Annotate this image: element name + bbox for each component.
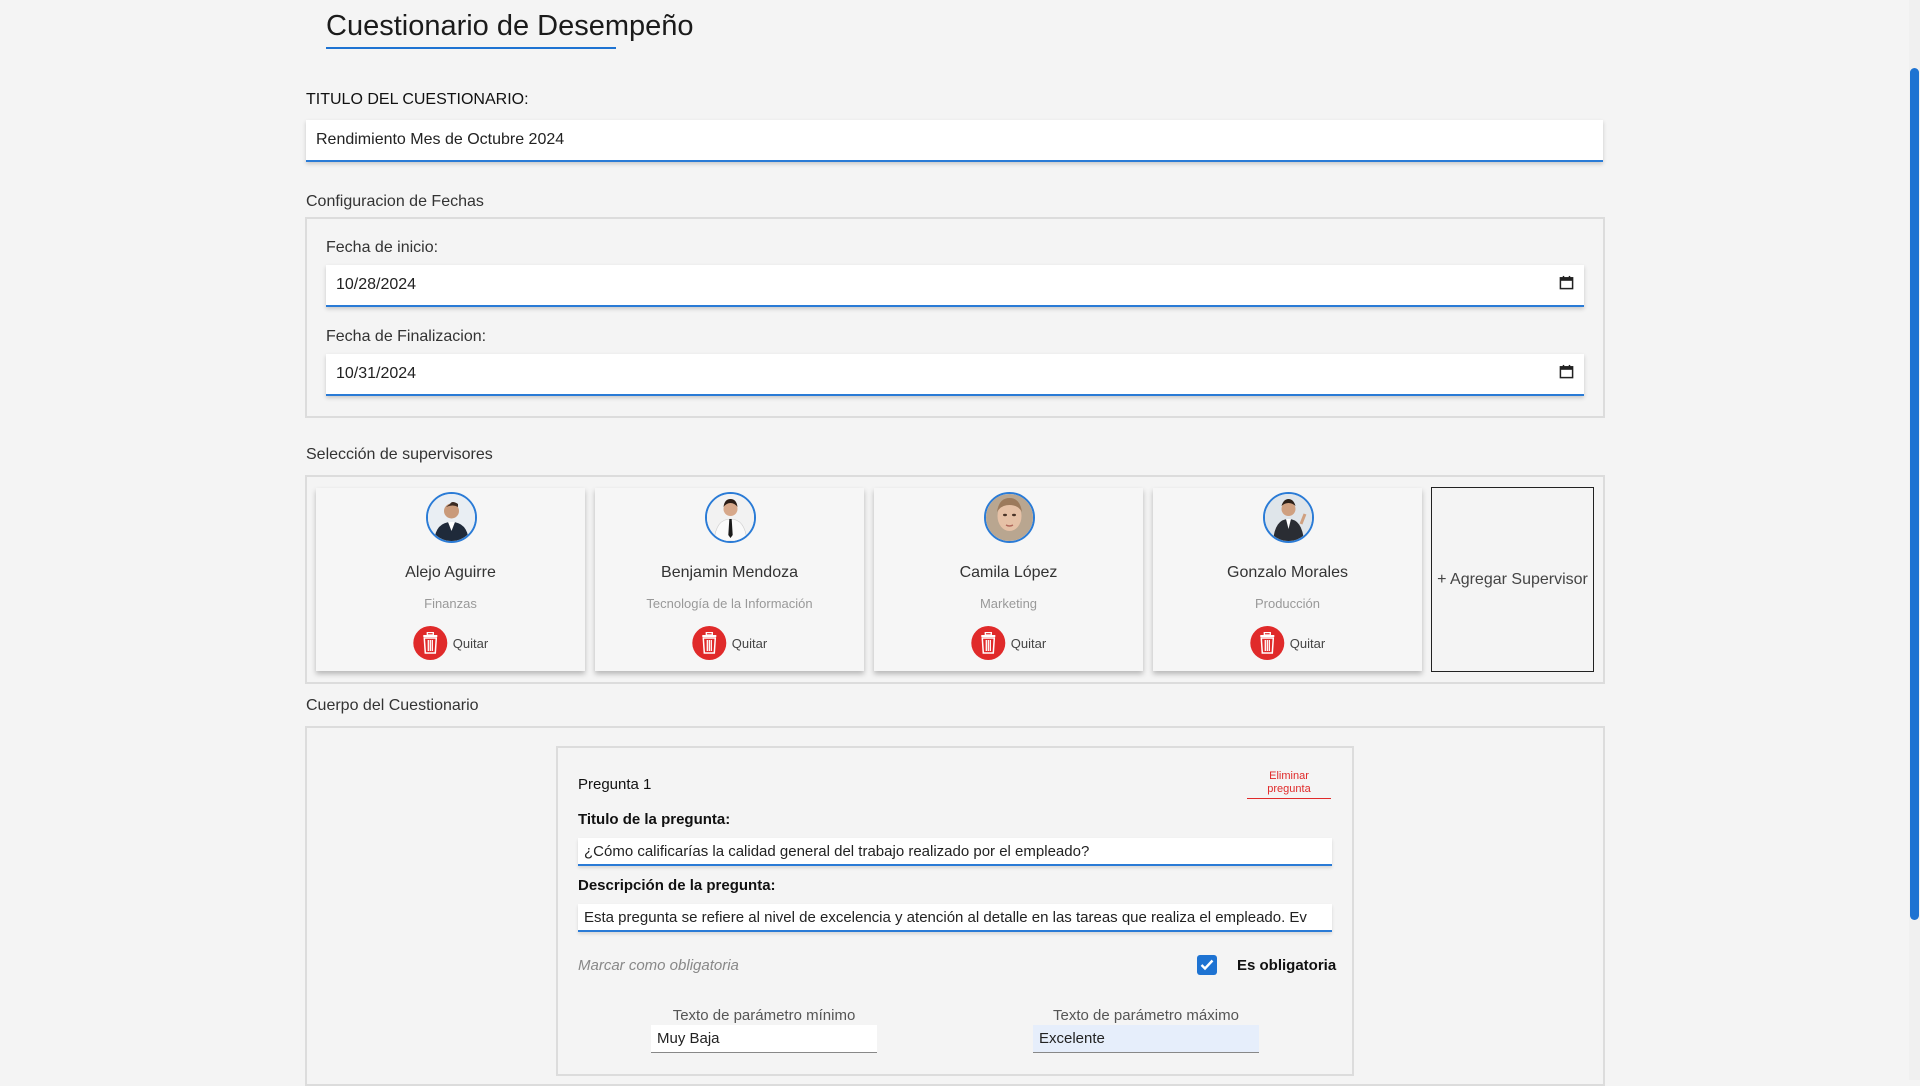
- supervisor-name: Camila López: [959, 564, 1058, 581]
- delete-question-button[interactable]: Eliminar pregunta: [1247, 770, 1331, 799]
- remove-supervisor-button[interactable]: Quitar: [412, 626, 489, 660]
- supervisor-name: Gonzalo Morales: [1227, 564, 1348, 581]
- remove-supervisor-button[interactable]: Quitar: [1249, 626, 1326, 660]
- trash-icon: [1249, 626, 1284, 660]
- trash-icon: [412, 626, 447, 660]
- remove-label: Quitar: [1289, 635, 1326, 651]
- supervisor-card: Gonzalo Morales Producción Quitar: [1153, 488, 1422, 671]
- max-param-label: Texto de parámetro máximo: [1053, 1007, 1239, 1024]
- mandatory-label: Es obligatoria: [1237, 957, 1337, 974]
- start-date-label: Fecha de inicio:: [326, 239, 439, 256]
- remove-label: Quitar: [731, 635, 768, 651]
- calendar-icon[interactable]: [1559, 364, 1574, 384]
- supervisors-section-label: Selección de supervisores: [306, 446, 493, 463]
- scrollbar-thumb[interactable]: [1910, 68, 1919, 920]
- remove-label: Quitar: [1010, 635, 1047, 651]
- min-param-input[interactable]: Muy Baja: [651, 1025, 877, 1053]
- remove-label: Quitar: [452, 635, 489, 651]
- supervisor-name: Alejo Aguirre: [405, 564, 496, 581]
- remove-supervisor-button[interactable]: Quitar: [691, 626, 768, 660]
- avatar: [425, 492, 477, 543]
- supervisor-card: Benjamin Mendoza Tecnología de la Inform…: [595, 488, 864, 671]
- questionnaire-title-input[interactable]: [306, 120, 1603, 162]
- supervisor-department: Producción: [1254, 596, 1321, 611]
- question-description-label: Descripción de la pregunta:: [578, 877, 776, 894]
- min-param-label: Texto de parámetro mínimo: [672, 1007, 856, 1024]
- max-param-input[interactable]: Excelente: [1033, 1025, 1259, 1053]
- remove-supervisor-button[interactable]: Quitar: [970, 626, 1047, 660]
- trash-icon: [691, 626, 726, 660]
- add-supervisor-button[interactable]: + Agregar Supervisor: [1431, 487, 1594, 672]
- supervisor-department: Marketing: [979, 596, 1038, 611]
- end-date-input[interactable]: 10/31/2024: [326, 354, 1584, 396]
- mandatory-hint: Marcar como obligatoria: [578, 957, 739, 974]
- end-date-value: 10/31/2024: [336, 365, 417, 382]
- start-date-value: 10/28/2024: [336, 276, 417, 293]
- supervisor-card: Camila López Marketing Quitar: [874, 488, 1143, 671]
- trash-icon: [970, 626, 1005, 660]
- dates-section-label: Configuracion de Fechas: [306, 193, 484, 210]
- questionnaire-body-label: Cuerpo del Cuestionario: [306, 697, 479, 714]
- questionnaire-title-label: TITULO DEL CUESTIONARIO:: [306, 91, 529, 108]
- start-date-input[interactable]: 10/28/2024: [326, 265, 1584, 307]
- avatar: [983, 492, 1035, 543]
- question-number: Pregunta 1: [578, 776, 652, 793]
- calendar-icon[interactable]: [1559, 275, 1574, 295]
- avatar: [1262, 492, 1314, 543]
- question-title-input[interactable]: ¿Cómo calificarías la calidad general de…: [578, 838, 1332, 866]
- supervisor-department: Finanzas: [424, 596, 477, 611]
- check-icon: [1200, 959, 1214, 971]
- end-date-label: Fecha de Finalizacion:: [326, 328, 487, 345]
- supervisor-card: Alejo Aguirre Finanzas Quitar: [316, 488, 585, 671]
- mandatory-checkbox[interactable]: [1197, 955, 1217, 975]
- supervisor-name: Benjamin Mendoza: [661, 564, 798, 581]
- page-title: Cuestionario de Desempeño: [326, 10, 694, 42]
- avatar: [704, 492, 756, 543]
- question-title-label: Titulo de la pregunta:: [578, 811, 731, 828]
- question-description-input[interactable]: Esta pregunta se refiere al nivel de exc…: [578, 904, 1332, 932]
- supervisor-department: Tecnología de la Información: [646, 596, 813, 611]
- title-underline: [326, 47, 616, 49]
